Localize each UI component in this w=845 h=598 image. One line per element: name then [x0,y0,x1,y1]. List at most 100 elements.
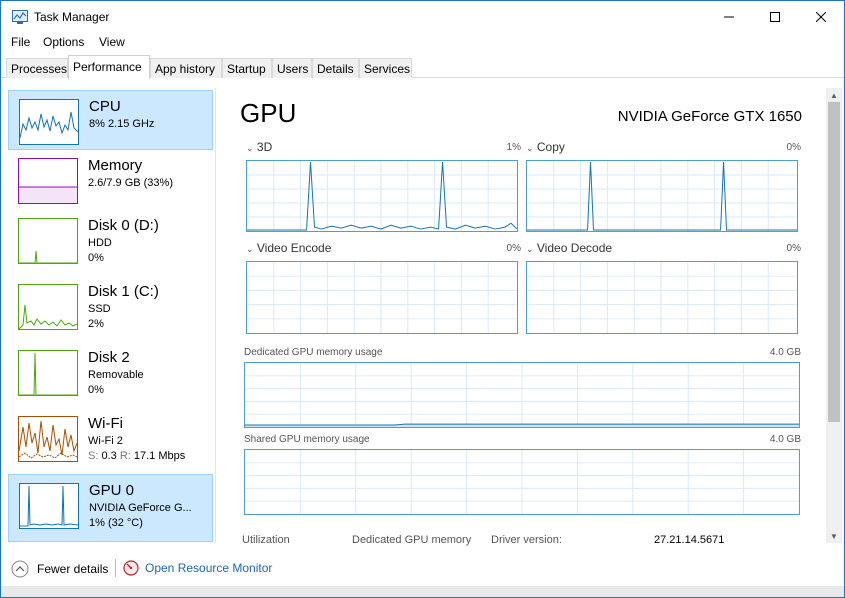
gpu-heading: GPU [240,98,297,128]
tab-bar: Processes Performance App history Startu… [1,55,844,79]
tab-processes[interactable]: Processes [6,58,68,78]
sidebar-wifi-throughput: S: 0.3 R: 17.1 Mbps [88,450,185,462]
sidebar-item-memory[interactable]: Memory 2.6/7.9 GB (33%) [8,150,213,210]
driver-version-value: 27.21.14.5671 [654,534,725,546]
chevron-up-icon [11,560,29,578]
sidebar-gpu0-model: NVIDIA GeForce G... [89,502,192,514]
open-resource-monitor-label: Open Resource Monitor [145,561,273,575]
sidebar-memory-title: Memory [88,157,143,174]
sidebar-memory-usage: 2.6/7.9 GB (33%) [88,177,173,189]
sidebar-disk2-type: Removable [88,369,144,381]
engine-3d-label: 3D [256,140,273,154]
scroll-up-arrow-icon[interactable]: ▲ [826,88,842,102]
minimize-button[interactable] [706,1,752,33]
scroll-down-arrow-icon[interactable]: ▼ [826,529,842,543]
driver-version-label: Driver version: [491,534,562,546]
engine-3d-selector[interactable]: ⌄ 3D [246,140,272,154]
tab-startup[interactable]: Startup [222,58,272,78]
maximize-icon [770,12,780,22]
dedicated-memory-label: Dedicated GPU memory usage [244,347,383,358]
sidebar-cpu-usage: 8% 2.15 GHz [89,118,155,130]
sidebar-divider [215,88,216,543]
wifi-recv-label: R: [119,450,131,462]
footer-divider [115,559,116,577]
sidebar-disk0-type: HDD [88,237,112,249]
engine-3d-pct: 1% [506,142,521,153]
task-manager-window: Task Manager File Options View Processes… [0,0,845,598]
dedicated-memory-graph [244,362,800,428]
sidebar-item-cpu[interactable]: CPU 8% 2.15 GHz [8,90,213,150]
sidebar-item-gpu0[interactable]: GPU 0 NVIDIA GeForce G... 1% (32 °C) [8,474,213,542]
sidebar-item-disk1[interactable]: Disk 1 (C:) SSD 2% [8,276,213,336]
title-bar[interactable]: Task Manager [1,1,844,33]
menu-file[interactable]: File [11,35,30,49]
engine-video-decode-selector[interactable]: ⌄ Video Decode [526,241,612,255]
engine-video-encode-selector[interactable]: ⌄ Video Encode [246,241,331,255]
sidebar-gpu0-usage: 1% (32 °C) [89,517,143,529]
engine-copy-selector[interactable]: ⌄ Copy [526,140,565,154]
shared-memory-max: 4.0 GB [769,434,801,445]
maximize-button[interactable] [752,1,798,33]
sidebar-item-disk2[interactable]: Disk 2 Removable 0% [8,342,213,402]
engine-3d-graph [246,160,518,232]
wifi-recv-value: 17.1 Mbps [133,450,186,462]
tab-app-history[interactable]: App history [150,58,222,78]
sidebar-disk1-usage: 2% [88,318,104,330]
engine-video-decode-label: Video Decode [536,241,613,255]
sidebar-disk2-usage: 0% [88,384,104,396]
wifi-thumbnail-graph [18,416,78,462]
shared-memory-label: Shared GPU memory usage [244,434,370,445]
tab-services[interactable]: Services [359,58,412,78]
wifi-send-label: S: [88,450,99,462]
chevron-down-icon: ⌄ [246,244,254,254]
sidebar-item-disk0[interactable]: Disk 0 (D:) HDD 0% [8,210,213,270]
disk1-thumbnail-graph [18,284,78,330]
gpu-detail-panel: GPU NVIDIA GeForce GTX 1650 ⌄ 3D 1% ⌄ Co… [221,88,821,546]
sidebar-disk1-title: Disk 1 (C:) [88,283,159,300]
engine-copy-label: Copy [536,140,565,154]
gpu-model-name: NVIDIA GeForce GTX 1650 [617,108,802,125]
utilization-label: Utilization [242,534,290,546]
engine-copy-pct: 0% [786,142,801,153]
chevron-down-icon: ⌄ [246,143,254,153]
task-manager-icon [12,10,28,24]
cpu-thumbnail-graph [19,99,79,145]
close-button[interactable] [798,1,844,33]
tab-performance[interactable]: Performance [68,55,150,79]
chevron-down-icon: ⌄ [526,143,534,153]
dedicated-memory-max: 4.0 GB [769,347,801,358]
disk2-thumbnail-graph [18,350,78,396]
menu-view[interactable]: View [99,35,125,49]
window-title: Task Manager [34,10,110,24]
tab-users[interactable]: Users [272,58,312,78]
resource-sidebar: CPU 8% 2.15 GHz Memory 2.6/7.9 GB (33%) … [5,88,214,543]
vertical-scrollbar[interactable]: ▲ ▼ [826,88,842,543]
tab-details[interactable]: Details [312,58,359,78]
memory-thumbnail-graph [18,158,78,204]
sidebar-wifi-title: Wi-Fi [88,415,123,432]
close-icon [816,12,826,22]
sidebar-gpu0-title: GPU 0 [89,482,135,499]
fewer-details-button[interactable]: Fewer details [11,560,108,578]
engine-video-encode-pct: 0% [506,243,521,254]
scrollbar-thumb[interactable] [828,102,840,422]
engine-video-encode-label: Video Encode [256,241,332,255]
wifi-send-value: 0.3 [101,450,117,462]
open-resource-monitor-link[interactable]: Open Resource Monitor [123,560,272,576]
dedicated-gpu-memory-label: Dedicated GPU memory [352,534,472,546]
engine-video-decode-graph [526,261,798,334]
engine-video-encode-graph [246,261,518,334]
gpu0-thumbnail-graph [19,483,79,529]
window-bottom-edge [1,586,844,597]
engine-copy-graph [526,160,798,232]
menu-options[interactable]: Options [43,35,84,49]
shared-memory-graph [244,449,800,515]
sidebar-disk2-title: Disk 2 [88,349,130,366]
chevron-down-icon: ⌄ [526,244,534,254]
footer-bar: Fewer details Open Resource Monitor [1,551,844,587]
minimize-icon [724,16,734,18]
sidebar-item-wifi[interactable]: Wi-Fi Wi-Fi 2 S: 0.3 R: 17.1 Mbps [8,408,213,468]
resource-monitor-icon [123,560,139,576]
sidebar-cpu-title: CPU [89,98,121,115]
sidebar-wifi-adapter: Wi-Fi 2 [88,435,123,447]
